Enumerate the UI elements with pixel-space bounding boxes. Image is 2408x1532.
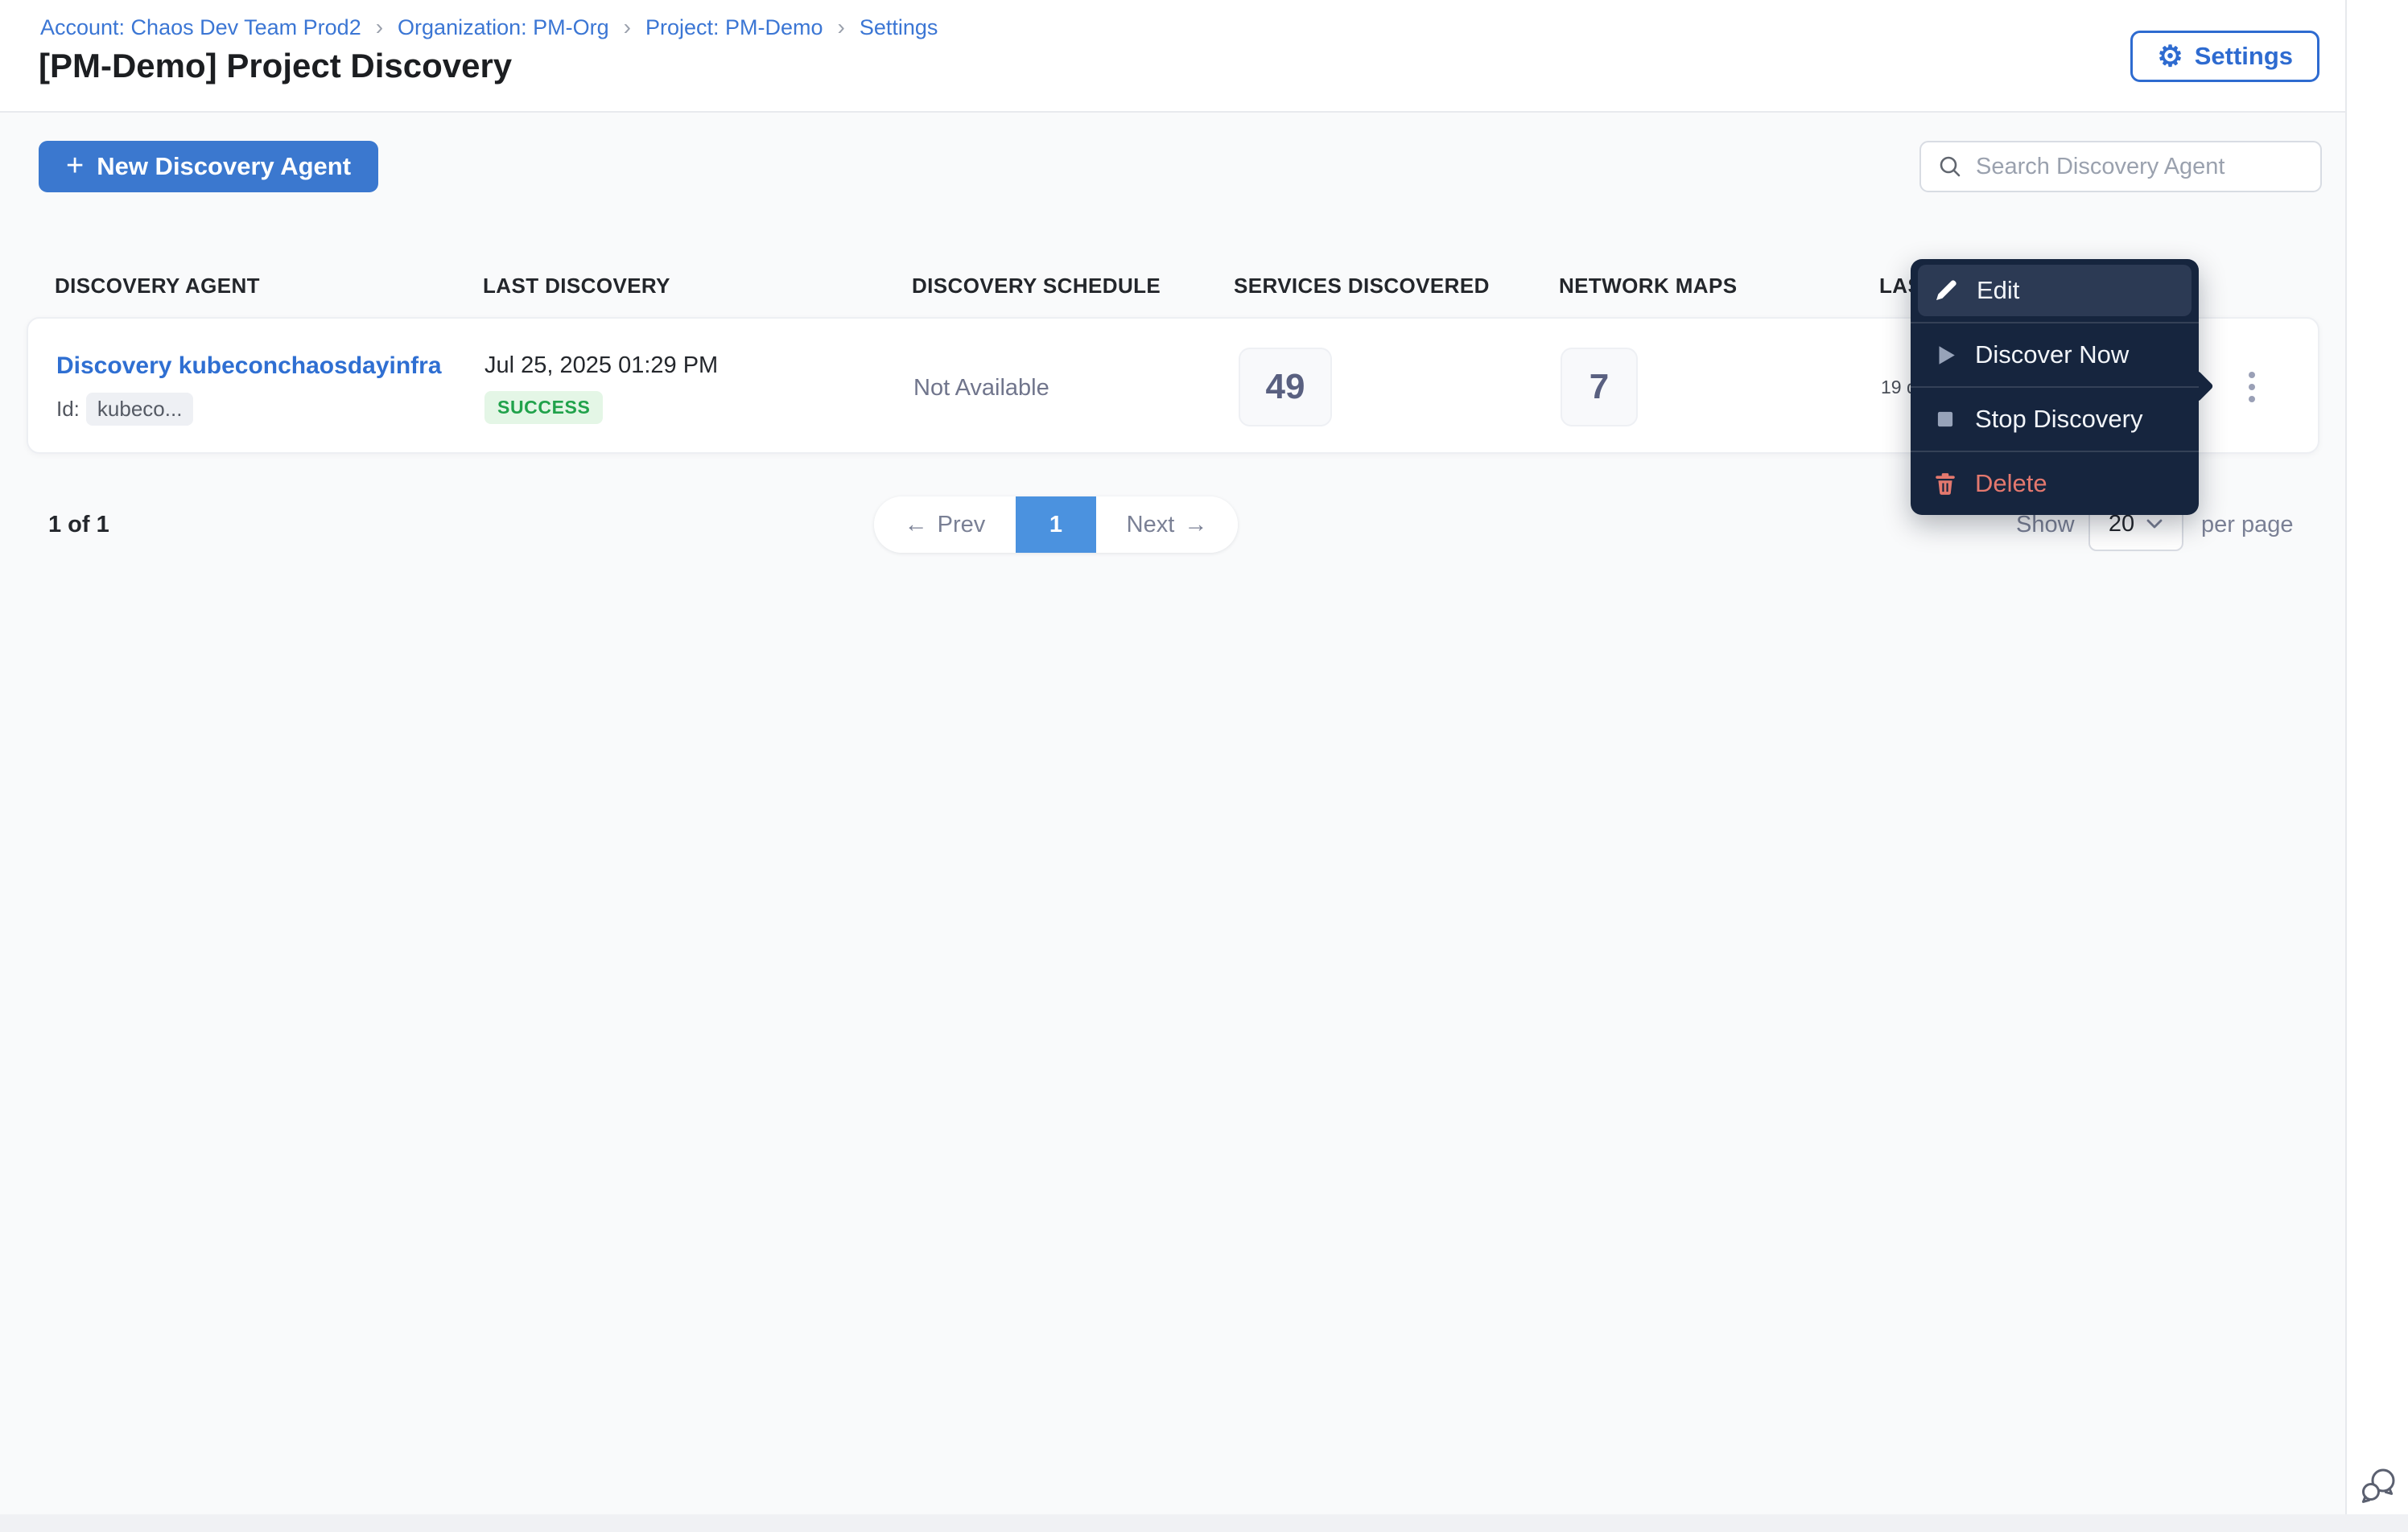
- menu-item-discover-now[interactable]: Discover Now: [1911, 322, 2199, 386]
- next-label: Next: [1126, 511, 1175, 537]
- new-discovery-agent-label: New Discovery Agent: [97, 152, 352, 180]
- services-discovered-count: 49: [1239, 348, 1332, 426]
- menu-item-label: Discover Now: [1975, 340, 2130, 369]
- play-icon: [1939, 346, 1955, 364]
- chevron-right-icon: ›: [623, 14, 631, 39]
- menu-item-label: Stop Discovery: [1975, 405, 2143, 433]
- gear-icon: ⚙: [2157, 39, 2183, 72]
- agent-id: Id: kubeco...: [56, 393, 194, 426]
- settings-button[interactable]: ⚙ Settings: [2130, 31, 2319, 82]
- search-icon: [1940, 156, 1961, 177]
- trash-icon: [1936, 473, 1955, 495]
- breadcrumb-link-account[interactable]: Account: Chaos Dev Team Prod2: [40, 15, 361, 40]
- menu-item-edit[interactable]: Edit: [1911, 259, 2199, 322]
- breadcrumb-link-settings[interactable]: Settings: [860, 15, 938, 40]
- menu-item-label: Delete: [1975, 469, 2047, 497]
- menu-item-stop-discovery[interactable]: Stop Discovery: [1911, 386, 2199, 451]
- column-header-last-discovery: LAST DISCOVERY: [483, 274, 670, 298]
- bottom-edge-strip: [0, 1514, 2408, 1532]
- last-discovery-time: Jul 25, 2025 01:29 PM: [484, 352, 719, 378]
- pagination: ← Prev 1 Next →: [874, 496, 1238, 553]
- current-page-button[interactable]: 1: [1016, 496, 1096, 553]
- menu-item-delete[interactable]: Delete: [1911, 451, 2199, 515]
- stop-icon: [1937, 411, 1953, 427]
- column-header-discovery-schedule: DISCOVERY SCHEDULE: [912, 274, 1161, 298]
- arrow-right-icon: →: [1184, 511, 1208, 537]
- breadcrumb-link-organization[interactable]: Organization: PM-Org: [398, 15, 609, 40]
- right-edge-strip: [2345, 0, 2408, 1532]
- chevron-right-icon: ›: [375, 14, 384, 39]
- search-input[interactable]: [1976, 153, 2304, 180]
- pagination-summary: 1 of 1: [48, 512, 109, 537]
- prev-label: Prev: [937, 511, 986, 537]
- agent-id-label: Id:: [56, 397, 80, 421]
- agent-id-value: kubeco...: [85, 393, 194, 426]
- menu-item-label: Edit: [1977, 276, 2020, 304]
- chevron-down-icon: [2146, 519, 2163, 529]
- pencil-icon: [1936, 280, 1956, 300]
- support-chat-icon[interactable]: [2356, 1464, 2402, 1509]
- arrow-left-icon: ←: [904, 511, 928, 537]
- row-actions-kebab-icon[interactable]: [2227, 354, 2277, 420]
- per-page-label: per page: [2201, 512, 2294, 537]
- new-discovery-agent-button[interactable]: + New Discovery Agent: [39, 141, 379, 192]
- network-maps-count: 7: [1561, 348, 1638, 426]
- discovery-schedule-value: Not Available: [913, 375, 1049, 401]
- project-discovery-page: Account: Chaos Dev Team Prod2 › Organiza…: [0, 0, 2408, 1532]
- agent-name-link[interactable]: Discovery kubeconchaosdayinfra: [56, 352, 442, 380]
- column-header-services-discovered: SERVICES DISCOVERED: [1234, 274, 1490, 298]
- plus-icon: +: [66, 148, 85, 183]
- next-page-button[interactable]: Next →: [1096, 496, 1238, 553]
- page-title: [PM-Demo] Project Discovery: [39, 47, 513, 84]
- prev-page-button[interactable]: ← Prev: [874, 496, 1016, 553]
- search-box: [1919, 141, 2322, 192]
- breadcrumb-link-project[interactable]: Project: PM-Demo: [645, 15, 823, 40]
- breadcrumb: Account: Chaos Dev Team Prod2 › Organiza…: [40, 14, 938, 40]
- show-label: Show: [2016, 512, 2075, 537]
- settings-button-label: Settings: [2194, 42, 2293, 70]
- page-header: Account: Chaos Dev Team Prod2 › Organiza…: [0, 0, 2408, 113]
- row-context-menu: Edit Discover Now Stop Discovery Delete: [1911, 259, 2214, 515]
- chevron-right-icon: ›: [837, 14, 845, 39]
- status-badge-success: SUCCESS: [484, 391, 604, 424]
- column-header-discovery-agent: DISCOVERY AGENT: [55, 274, 260, 298]
- column-header-network-maps: NETWORK MAPS: [1559, 274, 1738, 298]
